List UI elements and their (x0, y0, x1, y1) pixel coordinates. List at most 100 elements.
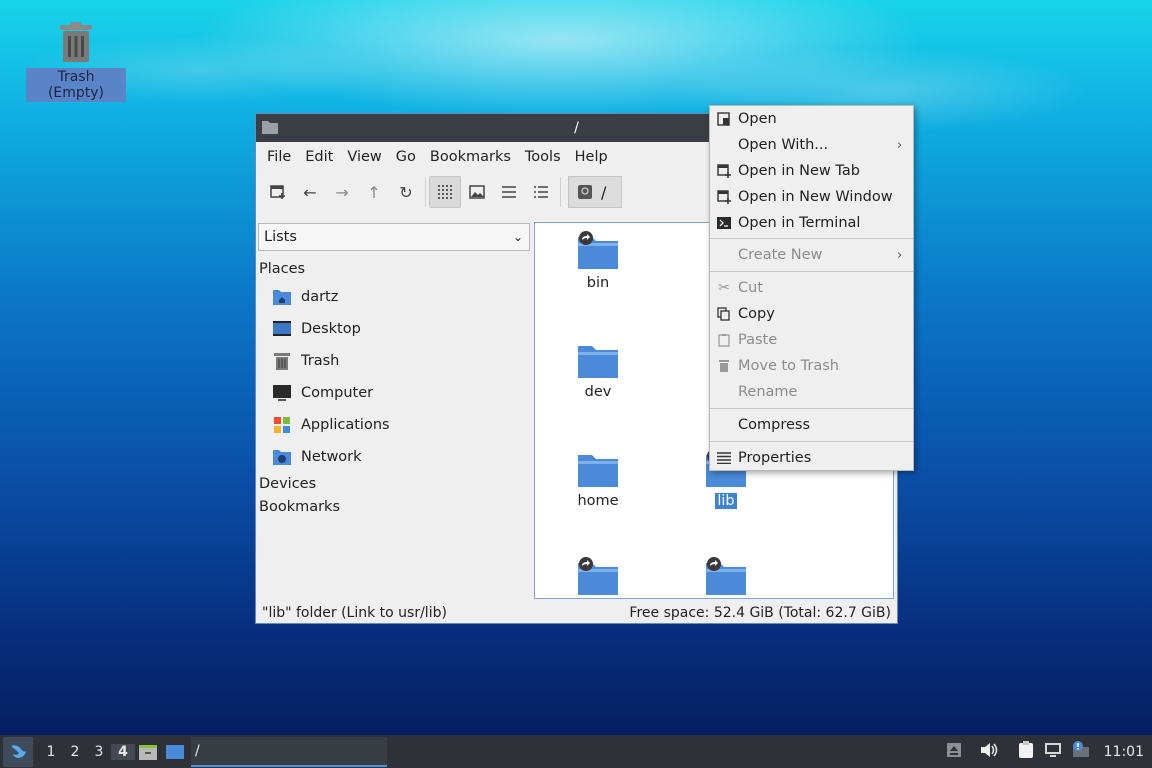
icon-view-button[interactable] (429, 176, 461, 208)
menu-item-paste[interactable]: Paste (710, 327, 913, 353)
trash-icon (60, 22, 92, 62)
desktop-trash-label: Trash (Empty) (26, 68, 126, 102)
menu-item-label: Open With... (738, 137, 829, 153)
toolbar-separator (425, 177, 426, 207)
scissors-icon: ✂ (718, 280, 730, 296)
menu-help[interactable]: Help (568, 149, 615, 165)
status-selection: "lib" folder (Link to usr/lib) (262, 605, 447, 621)
menu-item-label: Move to Trash (738, 358, 839, 374)
menu-file[interactable]: File (260, 149, 298, 165)
sidebar-item-dartz[interactable]: dartz (272, 287, 338, 307)
trash-icon (719, 360, 729, 372)
start-menu-button[interactable] (3, 736, 33, 767)
sidebar-item-trash[interactable]: Trash (272, 351, 339, 371)
menu-item-open-terminal[interactable]: Open in Terminal (710, 210, 913, 236)
menu-item-label: Open in New Window (738, 189, 893, 205)
menu-view[interactable]: View (340, 149, 388, 165)
menu-item-label: Open in New Tab (738, 163, 860, 179)
menu-separator (710, 271, 913, 272)
back-button[interactable]: ← (294, 176, 326, 208)
detailed-view-button[interactable] (525, 176, 557, 208)
volume-icon (980, 742, 997, 757)
clipboard-icon (1018, 740, 1033, 758)
folder-link-icon (706, 557, 746, 595)
drive-icon (578, 185, 592, 199)
menu-separator (710, 408, 913, 409)
sidebar-item-computer[interactable]: Computer (272, 383, 373, 403)
menu-item-open-with[interactable]: Open With... › (710, 132, 913, 158)
eject-icon (946, 742, 961, 757)
menu-item-properties[interactable]: Properties (710, 445, 913, 471)
menu-item-cut[interactable]: ✂ Cut (710, 275, 913, 301)
menu-go[interactable]: Go (389, 149, 423, 165)
properties-icon (717, 452, 731, 464)
tray-clipboard-button[interactable] (1018, 740, 1034, 763)
tray-notification-button[interactable] (1072, 740, 1090, 763)
tray-eject-button[interactable] (946, 742, 962, 762)
taskbar: 1 2 3 4 / 11:01 (0, 735, 1152, 768)
reload-button[interactable]: ↻ (390, 176, 422, 208)
file-item[interactable] (671, 557, 781, 597)
notification-icon (1072, 740, 1089, 757)
path-button[interactable]: / (568, 176, 622, 208)
quicklaunch-desktop[interactable] (161, 744, 189, 760)
thumbnail-view-button[interactable] (461, 176, 493, 208)
file-item[interactable] (543, 557, 653, 597)
clock[interactable]: 11:01 (1104, 744, 1144, 760)
sidebar-mode-select[interactable]: Lists ⌄ (258, 223, 530, 251)
new-tab-button[interactable] (262, 176, 294, 208)
menu-tools[interactable]: Tools (518, 149, 568, 165)
menu-bookmarks[interactable]: Bookmarks (423, 149, 518, 165)
menu-separator (710, 238, 913, 239)
bookmarks-header[interactable]: Bookmarks (259, 499, 340, 515)
forward-button[interactable]: → (326, 176, 358, 208)
menu-item-open[interactable]: Open (710, 106, 913, 132)
paste-icon (718, 334, 730, 347)
sidebar-item-desktop[interactable]: Desktop (272, 319, 361, 339)
menu-item-copy[interactable]: Copy (710, 301, 913, 327)
sidebar-item-label: Network (301, 449, 362, 465)
compact-view-button[interactable] (493, 176, 525, 208)
menu-item-label: Properties (738, 450, 812, 466)
sidebar-item-label: dartz (301, 289, 339, 305)
file-name: home (577, 493, 619, 509)
new-tab-icon (717, 164, 731, 178)
computer-icon (273, 385, 291, 401)
menu-item-move-to-trash[interactable]: Move to Trash (710, 353, 913, 379)
trash-icon (274, 353, 290, 370)
arrow-up-icon: ↑ (367, 182, 381, 202)
menu-item-compress[interactable]: Compress (710, 412, 913, 438)
status-free-space: Free space: 52.4 GiB (Total: 62.7 GiB) (629, 605, 891, 621)
file-cabinet-icon (139, 744, 157, 760)
menu-edit[interactable]: Edit (298, 149, 340, 165)
menu-item-label: Open (738, 111, 777, 127)
desktop-trash[interactable]: Trash (Empty) (26, 22, 126, 102)
sidebar-item-label: Applications (301, 417, 390, 433)
menu-item-rename[interactable]: Rename (710, 379, 913, 405)
tray-network-button[interactable] (1044, 742, 1062, 762)
status-bar: "lib" folder (Link to usr/lib) Free spac… (256, 602, 897, 624)
up-button[interactable]: ↑ (358, 176, 390, 208)
home-folder-icon (273, 290, 291, 305)
file-item-dev[interactable]: dev (543, 340, 653, 400)
desktop-icon (273, 321, 291, 336)
workspace-3[interactable]: 3 (87, 744, 111, 760)
tray-volume-button[interactable] (980, 742, 998, 762)
sidebar-item-applications[interactable]: Applications (272, 415, 390, 435)
file-item-bin[interactable]: bin (543, 231, 653, 291)
workspace-1[interactable]: 1 (39, 744, 63, 760)
task-item-file-manager[interactable]: / (191, 736, 387, 767)
menu-item-create-new[interactable]: Create New › (710, 242, 913, 268)
devices-header[interactable]: Devices (259, 476, 316, 492)
menu-item-open-new-tab[interactable]: Open in New Tab (710, 158, 913, 184)
workspace-2[interactable]: 2 (63, 744, 87, 760)
file-item-home[interactable]: home (543, 449, 653, 509)
workspace-4[interactable]: 4 (111, 743, 135, 760)
sidebar-item-network[interactable]: Network (272, 447, 362, 467)
system-tray: 11:01 (946, 735, 1152, 768)
quicklaunch-files[interactable] (135, 743, 161, 761)
reload-icon: ↻ (399, 182, 413, 202)
applications-icon (274, 417, 290, 433)
menu-item-open-new-window[interactable]: Open in New Window (710, 184, 913, 210)
menu-item-label: Compress (738, 417, 810, 433)
